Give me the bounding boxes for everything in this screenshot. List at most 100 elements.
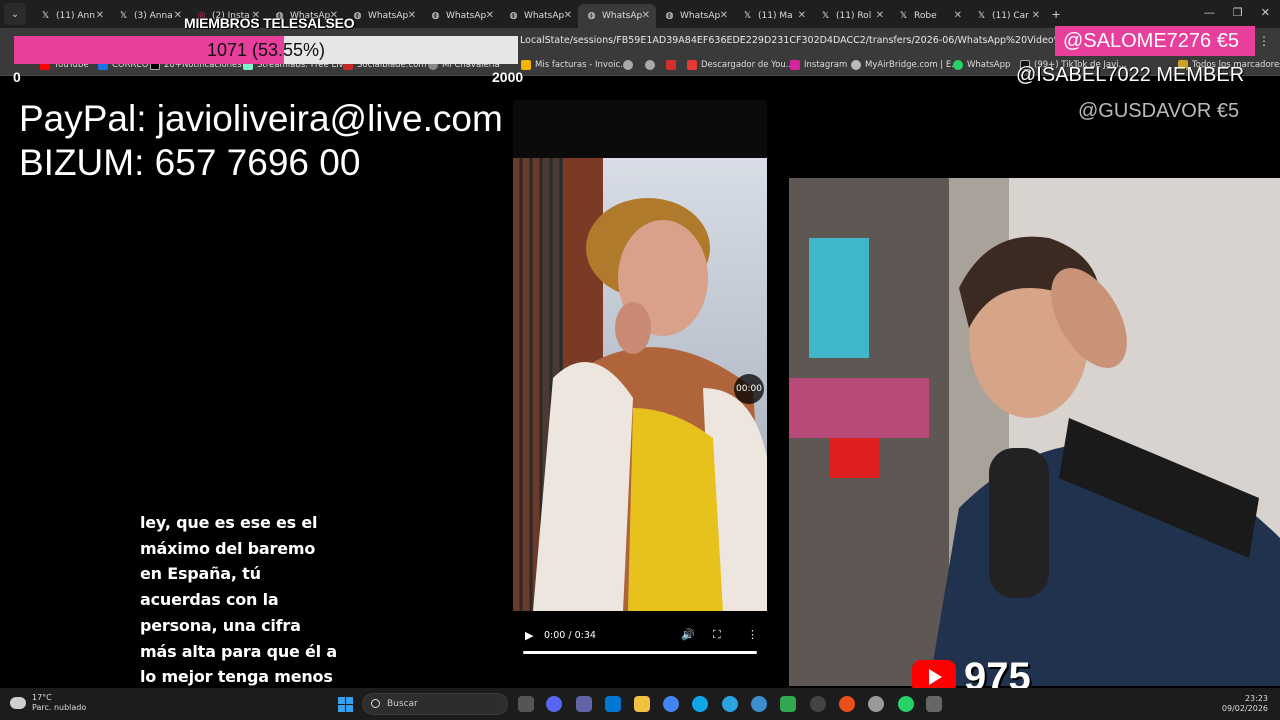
browser-menu-icon[interactable]: ⋮ (1258, 34, 1270, 48)
chrome-icon[interactable] (663, 696, 679, 712)
browser-tab[interactable]: 𝕏 (11) Rol ✕ (812, 4, 890, 28)
subtitle-line: máximo del baremo (140, 538, 316, 558)
bookmark-label: Instagram (804, 60, 848, 70)
close-tab-icon[interactable]: ✕ (564, 10, 572, 21)
subtitle-line: lo mejor tenga menos (140, 667, 333, 687)
stream-screen: ⌄ 𝕏 (11) Ann ✕ 𝕏 (3) Anna ✕ ◎ (2) Insta ✕ ◍ WhatsA… (0, 0, 1280, 720)
subtitle-line: ley, que es ese es el (140, 513, 318, 532)
donation-alert: @SALOME7276 €5 (1055, 26, 1255, 56)
globe-icon (623, 60, 633, 70)
close-tab-icon[interactable]: ✕ (96, 10, 104, 21)
settings-icon[interactable] (868, 696, 884, 712)
video-time: 0:00 / 0:34 (544, 630, 596, 641)
browser-tab[interactable]: ◍ WhatsAp ✕ (578, 4, 656, 28)
weather-widget[interactable]: 17°C Parc. nublado (10, 693, 86, 713)
bookmark-label: Descargador de You... (701, 60, 794, 70)
x-icon: 𝕏 (41, 10, 50, 21)
windows-start-icon[interactable] (338, 697, 353, 712)
teams-icon[interactable] (576, 696, 592, 712)
browser-tab[interactable]: 𝕏 Robe ✕ (890, 4, 968, 28)
bookmark-label: MyAirBridge.com | E... (865, 60, 960, 70)
subtitles: ley, que es ese es el máximo del baremo en… (140, 510, 360, 716)
bookmark-facturas[interactable]: Mis facturas - Invoic... (521, 60, 628, 70)
tab-label: Robe (914, 11, 937, 21)
browser-tab[interactable]: 𝕏 (3) Anna ✕ (110, 4, 188, 28)
close-window-icon[interactable]: ✕ (1261, 6, 1270, 19)
fullscreen-icon[interactable]: ⛶ (713, 628, 721, 642)
bookmark-whatsapp[interactable]: WhatsApp (953, 60, 1010, 70)
browser-tab[interactable]: ◍ WhatsAp ✕ (422, 4, 500, 28)
close-tab-icon[interactable]: ✕ (408, 10, 416, 21)
close-tab-icon[interactable]: ✕ (798, 10, 806, 21)
globe-icon: ◍ (509, 10, 518, 21)
tab-label: (11) Ann (56, 11, 95, 21)
video-top-band (513, 100, 767, 158)
volume-icon[interactable]: 🔊 (681, 628, 695, 641)
x-icon: 𝕏 (821, 10, 830, 21)
camtasia-icon[interactable] (780, 696, 796, 712)
pin-icon (666, 60, 676, 70)
x-icon: 𝕏 (119, 10, 128, 21)
globe-icon: ◍ (587, 10, 596, 21)
video-menu-icon[interactable]: ⋮ (747, 628, 758, 641)
telegram-icon[interactable] (722, 696, 738, 712)
windows-taskbar: 17°C Parc. nublado Buscar 23:23 09/02/20… (0, 688, 1280, 720)
browser-tab[interactable]: 𝕏 (11) Car ✕ (968, 4, 1046, 28)
edge-icon[interactable] (692, 696, 708, 712)
close-tab-icon[interactable]: ✕ (174, 10, 182, 21)
app-icon[interactable] (839, 696, 855, 712)
bookmark-instagram[interactable]: Instagram (790, 60, 847, 70)
browser-tab[interactable]: ◍ WhatsAp ✕ (344, 4, 422, 28)
discord-icon[interactable] (546, 696, 562, 712)
x-icon: 𝕏 (899, 10, 908, 21)
bookmark-globe-a[interactable] (623, 60, 633, 70)
bookmark-globe-b[interactable] (645, 60, 655, 70)
close-tab-icon[interactable]: ✕ (876, 10, 884, 21)
close-tab-icon[interactable]: ✕ (1032, 10, 1040, 21)
play-icon[interactable]: ▶ (525, 629, 533, 642)
obs-icon[interactable] (810, 696, 826, 712)
video-progress-bar[interactable] (523, 651, 757, 654)
instagram-icon (790, 60, 800, 70)
browser-tab[interactable]: ◍ WhatsAp ✕ (656, 4, 734, 28)
new-tab-button[interactable]: + (1052, 6, 1060, 22)
taskbar-clock[interactable]: 23:23 09/02/2026 (1222, 694, 1268, 714)
tab-search-button[interactable]: ⌄ (4, 3, 26, 25)
video-controls: ▶ 0:00 / 0:34 🔊 ⛶ ⋮ (513, 611, 767, 661)
tab-label: WhatsAp (368, 11, 409, 21)
close-tab-icon[interactable]: ✕ (486, 10, 494, 21)
video-time-badge: 00:00 (734, 374, 764, 404)
minimize-icon[interactable]: — (1204, 6, 1215, 19)
video-frame[interactable] (513, 158, 767, 611)
browser-tab[interactable]: ◍ WhatsAp ✕ (500, 4, 578, 28)
tab-label: WhatsAp (524, 11, 565, 21)
bizum-info: BIZUM: 657 7696 00 (19, 142, 361, 183)
webcam-feed (789, 178, 1280, 686)
file-explorer-icon[interactable] (634, 696, 650, 712)
taskbar-search[interactable]: Buscar (362, 693, 508, 715)
snipping-tool-icon[interactable] (926, 696, 942, 712)
bookmark-red[interactable] (666, 60, 676, 70)
task-view-icon[interactable] (518, 696, 534, 712)
browser-tab[interactable]: 𝕏 (11) Ann ✕ (32, 4, 110, 28)
globe-icon[interactable] (751, 696, 767, 712)
browser-tab[interactable]: 𝕏 (11) Ma ✕ (734, 4, 812, 28)
goal-progress-bar: 1071 (53.55%) (14, 36, 518, 64)
close-tab-icon[interactable]: ✕ (720, 10, 728, 21)
x-icon: 𝕏 (743, 10, 752, 21)
cloud-icon (10, 697, 26, 709)
bookmark-myairbridge[interactable]: MyAirBridge.com | E... (851, 60, 959, 70)
bookmark-descargador[interactable]: Descargador de You... (687, 60, 794, 70)
url-field[interactable]: LocalState/sessions/FB59E1AD39A84EF636ED… (520, 35, 1139, 46)
goal-title: MIEMBROS TELESALSEO (184, 15, 355, 31)
close-tab-icon[interactable]: ✕ (954, 10, 962, 21)
tab-label: WhatsAp (602, 11, 643, 21)
restore-icon[interactable]: ❐ (1233, 6, 1243, 19)
donation-recent: @GUSDAVOR €5 (1078, 100, 1240, 122)
outlook-icon[interactable] (605, 696, 621, 712)
video-picture (513, 158, 767, 611)
subtitle-line: persona, una cifra (140, 615, 301, 635)
close-tab-icon[interactable]: ✕ (642, 10, 650, 21)
cloud-icon (851, 60, 861, 70)
whatsapp-icon[interactable] (898, 696, 914, 712)
